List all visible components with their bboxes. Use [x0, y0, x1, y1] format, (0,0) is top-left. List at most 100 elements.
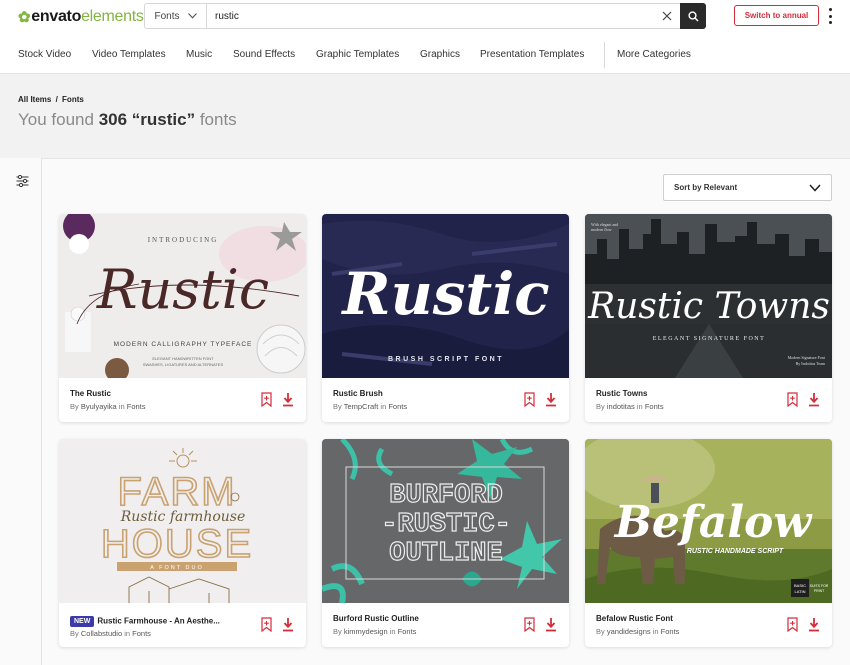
thumb-subtitle: A FONT DUO [150, 565, 204, 571]
item-category[interactable]: Fonts [127, 402, 146, 411]
thumb-corner1: BASIC [794, 583, 806, 588]
item-author[interactable]: indotitas [607, 402, 635, 411]
item-author[interactable]: Byulyayika [81, 402, 117, 411]
item-card[interactable]: Rustic BRUSH SCRIPT FONT Rustic Brush By… [322, 214, 569, 422]
results-count-query: 306 “rustic” [98, 110, 196, 129]
item-card[interactable]: BURFORD -RUSTIC- OUTLINE Burford Rustic … [322, 439, 569, 647]
breadcrumb-fonts[interactable]: Fonts [62, 95, 84, 104]
nav-video-templates[interactable]: Video Templates [92, 49, 166, 60]
item-title[interactable]: Rustic Brush [333, 389, 383, 398]
sort-dropdown[interactable]: Sort by Relevant [663, 174, 832, 201]
page-title: You found 306 “rustic” fonts [18, 110, 237, 130]
thumb-main-top: FARM [117, 470, 236, 514]
item-category[interactable]: Fonts [132, 629, 151, 638]
bookmark-add-icon[interactable] [787, 392, 798, 407]
thumb-subtitle: BRUSH SCRIPT FONT [388, 356, 504, 363]
breadcrumb: All Items / Fonts [18, 95, 86, 104]
bookmark-add-icon[interactable] [524, 392, 535, 407]
bookmark-add-icon[interactable] [261, 392, 272, 407]
item-author-line: By Byulyayika in Fonts [70, 402, 146, 411]
download-icon[interactable] [808, 617, 820, 632]
item-author[interactable]: yandidesigns [607, 627, 651, 636]
search-icon [687, 10, 699, 22]
switch-to-annual-button[interactable]: Switch to annual [734, 5, 819, 26]
results-suffix: fonts [199, 110, 237, 129]
search-category-label: Fonts [154, 10, 180, 22]
item-title[interactable]: Befalow Rustic Font [596, 614, 673, 623]
thumb-top-label: INTRODUCING [148, 236, 219, 244]
clear-search-button[interactable] [654, 4, 680, 28]
close-icon [662, 11, 672, 21]
download-icon[interactable] [282, 617, 294, 632]
thumb-subtitle: MODERN CALLIGRAPHY TYPEFACE [114, 341, 253, 348]
item-thumbnail[interactable]: INTRODUCING Rustic MODERN CALLIGRAPHY TY… [59, 214, 306, 378]
top-header: ✿ envato elements Fonts Switch to annual… [0, 0, 850, 74]
item-category[interactable]: Fonts [645, 402, 664, 411]
item-category[interactable]: Fonts [661, 627, 680, 636]
bookmark-add-icon[interactable] [261, 617, 272, 632]
thumb-line1: BURFORD [389, 481, 502, 511]
download-icon[interactable] [808, 392, 820, 407]
item-title[interactable]: Burford Rustic Outline [333, 614, 419, 623]
nav-presentation-templates[interactable]: Presentation Templates [480, 49, 584, 60]
download-icon[interactable] [545, 617, 557, 632]
item-title[interactable]: The Rustic [70, 389, 111, 398]
breadcrumb-all-items[interactable]: All Items [18, 95, 51, 104]
sort-label: Sort by Relevant [674, 183, 738, 192]
download-icon[interactable] [545, 392, 557, 407]
item-author-line: By kimmydesign in Fonts [333, 627, 417, 636]
nav-more-categories[interactable]: More Categories [617, 49, 691, 60]
filter-sidebar [0, 158, 42, 665]
search-button[interactable] [680, 3, 706, 29]
nav-sound-effects[interactable]: Sound Effects [233, 49, 295, 60]
thumb-main-text: Befalow [613, 497, 814, 548]
nav-music[interactable]: Music [186, 49, 212, 60]
item-card[interactable]: Befalow RUSTIC HANDMADE SCRIPT BASIC LAT… [585, 439, 832, 647]
thumb-line1: ELEGANT HANDWRITTEN FONT [152, 356, 214, 361]
item-thumbnail[interactable]: Rustic BRUSH SCRIPT FONT [322, 214, 569, 378]
item-title[interactable]: NEW Rustic Farmhouse - An Aesthe... [70, 616, 220, 627]
thumb-line2: -RUSTIC- [381, 510, 511, 540]
more-menu-icon[interactable] [826, 8, 834, 24]
thumb-line2: SWASHES, LIGATURES AND ALTERNATES [143, 362, 224, 367]
logo-word-elements: elements [81, 8, 144, 25]
search-category-select[interactable]: Fonts [145, 4, 207, 28]
chevron-down-icon [809, 183, 821, 192]
nav-stock-video[interactable]: Stock Video [18, 49, 71, 60]
item-card[interactable]: FARM Rustic farmhouse HOUSE A FONT DUO N… [59, 439, 306, 647]
breadcrumb-separator: / [55, 95, 58, 104]
item-category[interactable]: Fonts [398, 627, 417, 636]
item-category[interactable]: Fonts [388, 402, 407, 411]
new-badge: NEW [70, 616, 95, 627]
item-thumbnail[interactable]: With elegant and modern flow Rustic Town… [585, 214, 832, 378]
thumb-main-text: Rustic [340, 260, 549, 328]
thumb-line3: OUTLINE [389, 539, 502, 569]
thumb-main-bottom: HOUSE [101, 522, 253, 566]
item-author[interactable]: Collabstudio [81, 629, 122, 638]
bookmark-add-icon[interactable] [787, 617, 798, 632]
thumb-corner4: PRINT [814, 589, 825, 593]
item-thumbnail[interactable]: Befalow RUSTIC HANDMADE SCRIPT BASIC LAT… [585, 439, 832, 603]
item-author-line: By yandidesigns in Fonts [596, 627, 680, 636]
item-author[interactable]: kimmydesign [344, 627, 388, 636]
thumb-subtitle: RUSTIC HANDMADE SCRIPT [687, 548, 784, 555]
item-author[interactable]: TempCraft [344, 402, 379, 411]
item-card[interactable]: INTRODUCING Rustic MODERN CALLIGRAPHY TY… [59, 214, 306, 422]
results-prefix: You found [18, 110, 94, 129]
item-author-line: By Collabstudio in Fonts [70, 629, 151, 638]
item-author-line: By TempCraft in Fonts [333, 402, 408, 411]
download-icon[interactable] [282, 392, 294, 407]
chevron-down-icon [187, 13, 197, 19]
leaf-icon: ✿ [18, 9, 31, 26]
item-card[interactable]: With elegant and modern flow Rustic Town… [585, 214, 832, 422]
envato-logo[interactable]: ✿ envato elements [18, 8, 144, 26]
nav-graphic-templates[interactable]: Graphic Templates [316, 49, 399, 60]
item-thumbnail[interactable]: FARM Rustic farmhouse HOUSE A FONT DUO [59, 439, 306, 603]
item-thumbnail[interactable]: BURFORD -RUSTIC- OUTLINE [322, 439, 569, 603]
thumb-corner-br1: Modern Signature Font [788, 355, 826, 360]
item-title[interactable]: Rustic Towns [596, 389, 647, 398]
filter-sliders-icon[interactable] [16, 175, 29, 187]
nav-graphics[interactable]: Graphics [420, 49, 460, 60]
search-input[interactable] [207, 4, 654, 28]
bookmark-add-icon[interactable] [524, 617, 535, 632]
